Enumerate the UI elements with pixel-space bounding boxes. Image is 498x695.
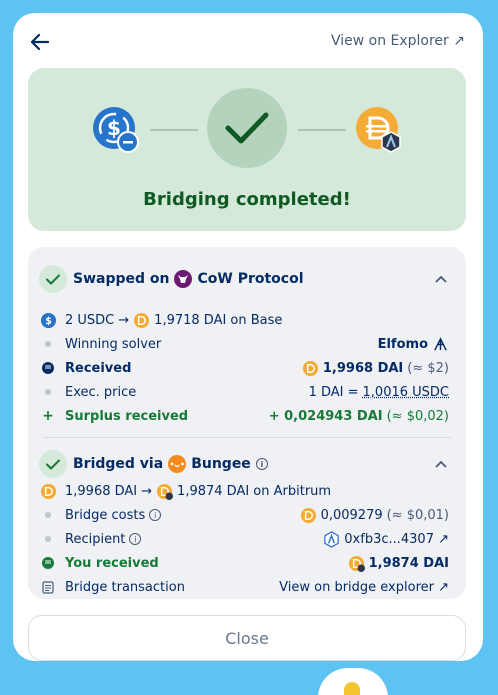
info-icon[interactable]: i — [256, 458, 268, 470]
received-value: 1,9968 DAI — [323, 361, 403, 376]
solver-logo-icon — [432, 336, 449, 353]
bridge-summary-row: 1,9968 DAI → 1,9874 DAI on Arbitrum — [39, 480, 449, 502]
you-received-row: = You received 1,9874 DAI — [39, 552, 449, 574]
dai-token-icon — [40, 483, 57, 500]
back-arrow-icon[interactable] — [29, 31, 51, 53]
bridge-title-prefix: Bridged via — [73, 456, 163, 472]
bridge-to-amount: 1,9874 DAI on Arbitrum — [177, 484, 331, 499]
bridge-status-modal: View on Explorer ↗ $ Bridging completed! — [13, 13, 483, 661]
received-label: Received — [65, 361, 131, 376]
exec-price-rate[interactable]: 1,0016 USDC — [363, 385, 449, 400]
received-fiat: (≈ $2) — [407, 361, 449, 376]
swap-to-amount: 1,9718 DAI on Base — [154, 313, 282, 328]
recipient-address-link[interactable]: 0xfb3c...4307 ↗ — [344, 532, 449, 547]
exec-price-row: Exec. price 1 DAI = 1,0016 USDC — [39, 381, 449, 403]
you-received-label: You received — [65, 556, 159, 571]
dai-token-icon — [302, 360, 319, 377]
check-icon — [39, 450, 67, 478]
surplus-value: + 0,024943 DAI — [269, 409, 383, 424]
bridge-protocol-name: Bungee — [191, 456, 251, 472]
modal-header: View on Explorer ↗ — [13, 13, 483, 71]
swap-summary-row: $ 2 USDC → 1,9718 DAI on Base — [39, 309, 449, 331]
recipient-label: Recipient — [65, 532, 125, 547]
dai-token-icon — [300, 507, 317, 524]
info-icon[interactable]: i — [149, 509, 161, 521]
swap-section-header: Swapped on CoW Protocol — [39, 265, 455, 293]
swap-title-prefix: Swapped on — [73, 271, 169, 287]
winning-solver-label: Winning solver — [65, 337, 161, 352]
arbitrum-icon — [323, 531, 340, 548]
plus-icon: + — [42, 408, 54, 424]
bridge-section-header: Bridged via •ᴗ• Bungee i — [39, 450, 455, 478]
bridge-costs-label: Bridge costs — [65, 508, 145, 523]
surplus-label: Surplus received — [65, 409, 188, 424]
dai-token-icon — [133, 312, 150, 329]
usdc-token-icon: $ — [92, 106, 140, 154]
cow-protocol-icon — [174, 270, 192, 288]
bridge-costs-row: Bridge costs i 0,009279 (≈ $0,01) — [39, 504, 449, 526]
bridge-costs-value: 0,009279 — [321, 508, 383, 523]
chevron-up-icon[interactable] — [431, 269, 451, 289]
bridge-transaction-row: Bridge transaction View on bridge explor… — [39, 576, 449, 598]
status-title: Bridging completed! — [28, 189, 466, 210]
transaction-details-card: Swapped on CoW Protocol $ 2 USDC → 1,971… — [28, 247, 466, 599]
exec-price-label: Exec. price — [65, 385, 136, 400]
arrow-right-icon: → — [118, 313, 129, 328]
you-received-value: 1,9874 DAI — [369, 556, 449, 571]
bridge-from-amount: 1,9968 DAI — [65, 484, 137, 499]
dai-arbitrum-token-icon — [348, 555, 365, 572]
view-on-explorer-link[interactable]: View on Explorer ↗ — [331, 33, 465, 49]
dai-arbitrum-token-icon — [355, 106, 403, 154]
surplus-row: + Surplus received + 0,024943 DAI (≈ $0,… — [39, 405, 449, 427]
recipient-row: Recipient i 0xfb3c...4307 ↗ — [39, 528, 449, 550]
progress-line-right — [298, 129, 346, 131]
bridge-status-hero: $ Bridging completed! — [28, 68, 466, 231]
bridge-explorer-link[interactable]: View on bridge explorer ↗ — [279, 580, 449, 595]
bridge-costs-fiat: (≈ $0,01) — [387, 508, 449, 523]
usdc-token-icon: $ — [40, 312, 57, 329]
bungee-icon: •ᴗ• — [168, 455, 186, 473]
swap-from-amount: 2 USDC — [65, 313, 114, 328]
section-divider — [43, 437, 451, 438]
receipt-icon — [42, 581, 54, 594]
chevron-up-icon[interactable] — [431, 454, 451, 474]
progress-line-left — [150, 129, 198, 131]
completed-check-icon — [207, 88, 287, 168]
close-button[interactable]: Close — [28, 615, 466, 661]
dai-arbitrum-token-icon — [156, 483, 173, 500]
svg-text:$: $ — [45, 315, 52, 326]
check-icon — [39, 265, 67, 293]
bridge-section-title: Bridged via •ᴗ• Bungee i — [73, 455, 268, 473]
swap-section-title: Swapped on CoW Protocol — [73, 270, 304, 288]
bridge-transaction-label: Bridge transaction — [65, 580, 185, 595]
info-icon[interactable]: i — [129, 533, 141, 545]
swap-protocol-name: CoW Protocol — [197, 271, 303, 287]
winning-solver-row: Winning solver Elfomo — [39, 333, 449, 355]
mascot-illustration — [318, 668, 388, 695]
surplus-fiat: (≈ $0,02) — [387, 409, 449, 424]
arrow-right-icon: → — [141, 484, 152, 499]
exec-price-prefix: 1 DAI = — [309, 385, 359, 400]
winning-solver-value: Elfomo — [378, 337, 428, 352]
received-row: = Received 1,9968 DAI (≈ $2) — [39, 357, 449, 379]
